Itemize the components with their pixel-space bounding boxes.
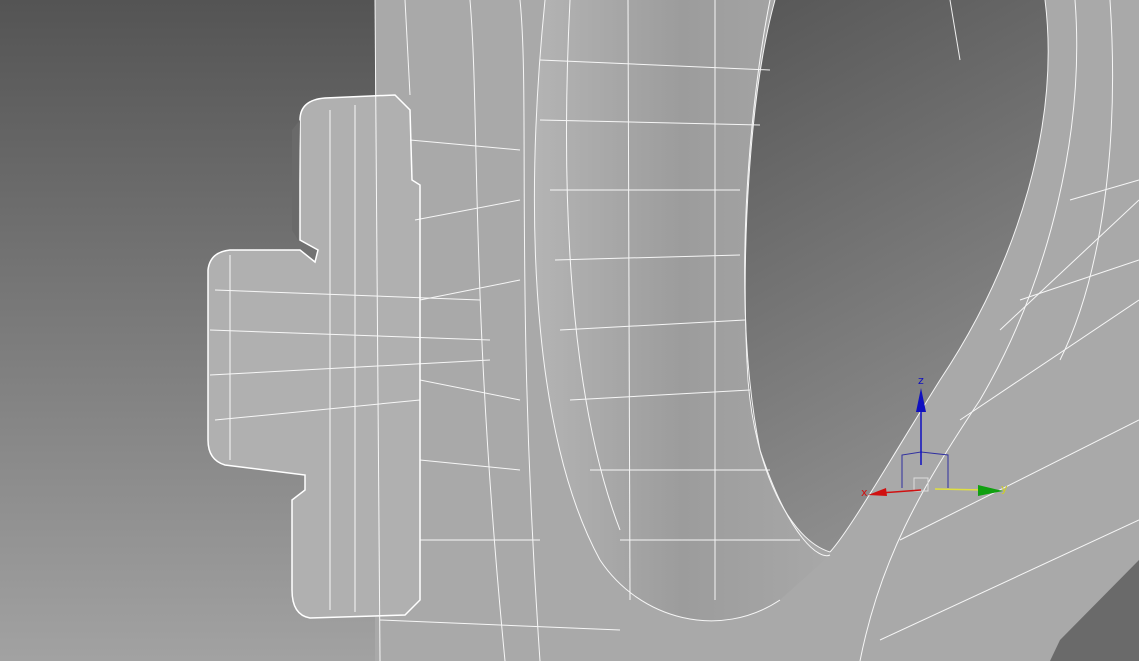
y-axis-label: y bbox=[1001, 482, 1008, 495]
y-axis-line bbox=[934, 488, 986, 491]
z-axis-label: z bbox=[918, 374, 924, 387]
3d-viewport[interactable]: z x y bbox=[0, 0, 1139, 661]
x-axis-label: x bbox=[861, 486, 868, 499]
mesh-render[interactable]: z x y bbox=[0, 0, 1139, 661]
